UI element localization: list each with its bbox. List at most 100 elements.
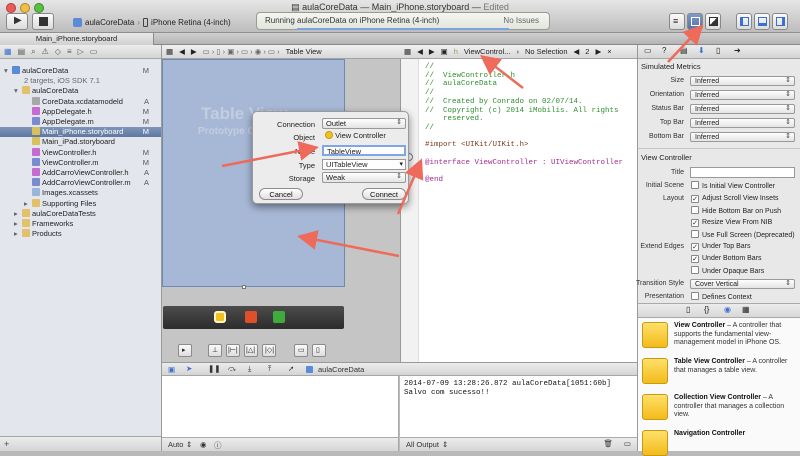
- pin-button[interactable]: |⊢|: [226, 344, 240, 357]
- under-opaque-bars-checkbox[interactable]: Under Opaque Bars: [691, 266, 764, 276]
- back-icon[interactable]: ◀: [417, 47, 423, 56]
- navigator-item[interactable]: AddCarroViewController.h A: [0, 168, 161, 178]
- view-controller-icon[interactable]: [214, 311, 226, 323]
- file-inspector-icon[interactable]: ▭: [644, 46, 652, 55]
- library-item[interactable]: Collection View Controller – A controlle…: [674, 394, 796, 420]
- navigator-item[interactable]: ▾ aulaCoreData: [0, 86, 161, 96]
- back-icon[interactable]: ◀: [179, 47, 185, 56]
- run-button[interactable]: ▶: [6, 13, 28, 30]
- breadcrumb-icons[interactable]: ▭ › ▯ › ▣ › ▭ › ◉ › ▭ ›: [203, 47, 280, 56]
- code-snippet-icon[interactable]: {}: [704, 305, 709, 314]
- test-icon[interactable]: ◇: [55, 47, 61, 56]
- resize-from-nib-checkbox[interactable]: ✓ Resize View From NIB: [691, 218, 772, 227]
- step-out-icon[interactable]: ⤒: [268, 364, 271, 374]
- navigator-item[interactable]: ViewController.m M: [0, 157, 161, 168]
- navigator-item[interactable]: ▸ aulaCoreDataTests: [0, 208, 161, 219]
- scheme-selector[interactable]: aulaCoreData › iPhone Retina (4-inch): [73, 14, 231, 30]
- use-full-screen-checkbox[interactable]: Use Full Screen (Deprecated): [691, 230, 795, 240]
- resize-handle[interactable]: [242, 285, 246, 289]
- view-controller-icon[interactable]: [642, 322, 668, 348]
- first-responder-icon[interactable]: [245, 311, 257, 323]
- outlet-name-input[interactable]: TableView: [322, 145, 406, 156]
- storyboard-canvas[interactable]: Table View Prototype Content: [162, 59, 400, 362]
- navigator-item[interactable]: Images.xcassets: [0, 188, 161, 198]
- identity-icon[interactable]: ▤: [680, 46, 688, 55]
- exit-icon[interactable]: [273, 311, 285, 323]
- code-line[interactable]: // ViewController.h: [425, 72, 515, 81]
- console-view[interactable]: 2014-07-09 13:28:26.872 aulaCoreData[105…: [400, 376, 637, 451]
- disclosure-triangle-icon[interactable]: ▸: [14, 229, 22, 239]
- symbol-icon[interactable]: ▤: [18, 47, 26, 56]
- outlet-type-combobox[interactable]: UITableView ▾: [322, 159, 406, 170]
- under-bottom-bars-checkbox[interactable]: ✓ Under Bottom Bars: [691, 254, 762, 263]
- title-field[interactable]: [690, 167, 795, 178]
- media-library-icon[interactable]: ▦: [742, 305, 750, 314]
- connection-popup[interactable]: Outlet: [322, 118, 406, 129]
- code-line[interactable]: reserved.: [425, 115, 484, 124]
- connections-icon[interactable]: ➜: [734, 46, 741, 55]
- code-line[interactable]: // Copyright (c) 2014 iMobilis. All righ…: [425, 107, 619, 116]
- toggle-debug-area-button[interactable]: [754, 13, 770, 30]
- debug-icon[interactable]: ≡: [67, 47, 72, 56]
- navigator-item[interactable]: 2 targets, iOS SDK 7.1: [0, 76, 161, 86]
- warning-icon[interactable]: ⚠: [42, 47, 49, 56]
- trash-icon[interactable]: 🗑: [603, 439, 613, 448]
- location-icon[interactable]: ➚: [288, 364, 294, 373]
- breadcrumb-table-view[interactable]: Table View: [286, 47, 322, 56]
- split-icon[interactable]: ▭: [624, 439, 631, 448]
- add-icon[interactable]: +: [4, 439, 9, 449]
- version-editor-button[interactable]: [705, 13, 721, 30]
- auto-selector[interactable]: Auto: [168, 440, 183, 449]
- code-line[interactable]: //: [425, 63, 434, 72]
- attributes-icon[interactable]: ⬇: [698, 46, 705, 55]
- bottom-bar-popup[interactable]: Inferred: [690, 132, 795, 142]
- code-line[interactable]: // Created by Conrado on 02/07/14.: [425, 98, 583, 107]
- assistant-editor-button[interactable]: [687, 13, 703, 30]
- code-line[interactable]: //: [425, 124, 434, 133]
- code-line[interactable]: @end: [425, 176, 443, 185]
- save-icon[interactable]: ▣: [441, 47, 448, 56]
- toggle-utilities-button[interactable]: [772, 13, 788, 30]
- assistant-code-editor[interactable]: //// ViewController.h// aulaCoreData////…: [400, 59, 637, 362]
- navigator-item[interactable]: Main_iPad.storyboard: [0, 137, 161, 147]
- code-line[interactable]: //: [425, 89, 434, 98]
- navigator-item[interactable]: ▸ Frameworks: [0, 219, 161, 229]
- library-item[interactable]: Navigation Controller: [674, 430, 796, 439]
- code-line[interactable]: // aulaCoreData: [425, 80, 497, 89]
- related-items-icon[interactable]: ▦: [166, 47, 173, 56]
- status-bar-popup[interactable]: Inferred: [690, 104, 795, 114]
- resolve-button[interactable]: |△|: [244, 344, 258, 357]
- toggle-navigator-button[interactable]: [736, 13, 752, 30]
- step-over-icon[interactable]: ⤼: [228, 364, 236, 374]
- navigator-item[interactable]: ▸ Supporting Files: [0, 198, 161, 209]
- navigator-item[interactable]: ViewController.h M: [0, 147, 161, 158]
- output-filter-selector[interactable]: All Output: [406, 440, 439, 449]
- forward-icon[interactable]: ▶: [595, 47, 601, 56]
- object-library-icon[interactable]: ◉: [724, 305, 731, 314]
- help-icon[interactable]: ?: [662, 46, 666, 55]
- navigator-item[interactable]: AppDelegate.h M: [0, 106, 161, 117]
- form-factor-button[interactable]: ▯: [312, 344, 326, 357]
- info-icon[interactable]: ⓘ: [214, 440, 222, 451]
- search-icon[interactable]: ⌕: [31, 47, 35, 57]
- toggle-document-outline-button[interactable]: ▸: [178, 344, 192, 357]
- variables-view[interactable]: Auto ⇕ ◉ ⓘ: [162, 376, 399, 451]
- under-top-bars-checkbox[interactable]: ✓ Under Top Bars: [691, 242, 751, 251]
- forward-icon[interactable]: ▶: [429, 47, 435, 56]
- stop-button[interactable]: [32, 13, 54, 30]
- related-items-icon[interactable]: ▦: [404, 47, 411, 56]
- step-in-icon[interactable]: ⤓: [248, 364, 251, 374]
- disclosure-triangle-icon[interactable]: ▾: [14, 86, 22, 96]
- debug-target-label[interactable]: aulaCoreData: [318, 365, 364, 374]
- navigator-item[interactable]: CoreData.xcdatamodeld A: [0, 96, 161, 107]
- top-bar-popup[interactable]: Inferred: [690, 118, 795, 128]
- navigation-controller-icon[interactable]: [642, 430, 668, 456]
- library-item[interactable]: View Controller – A controller that supp…: [674, 322, 796, 348]
- eye-icon[interactable]: ◉: [200, 440, 207, 449]
- file-template-icon[interactable]: ▯: [686, 305, 690, 314]
- breakpoint-icon[interactable]: ▷: [78, 47, 84, 56]
- transition-style-popup[interactable]: Cover Vertical: [690, 279, 795, 289]
- table-view-controller-icon[interactable]: [642, 358, 668, 384]
- collection-view-controller-icon[interactable]: [642, 394, 668, 420]
- connect-button[interactable]: Connect: [362, 188, 406, 200]
